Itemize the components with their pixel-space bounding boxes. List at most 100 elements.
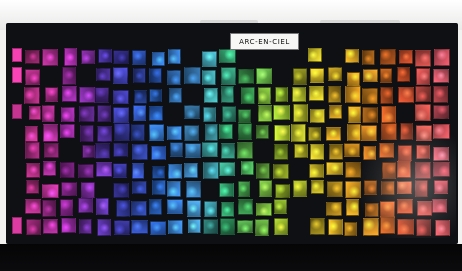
photo-tile — [203, 200, 218, 217]
photo-tile — [97, 104, 112, 122]
photo-tile — [433, 162, 450, 178]
photo-tile — [272, 163, 290, 180]
photo-tile — [310, 179, 325, 195]
photo-tile — [42, 199, 57, 218]
photo-tile — [435, 220, 450, 236]
photo-tile — [26, 219, 42, 235]
photo-tile — [325, 202, 343, 217]
photo-tile — [95, 162, 112, 178]
photo-tile — [397, 67, 411, 83]
photo-tile — [81, 50, 95, 65]
photo-tile — [25, 68, 40, 85]
photo-tile — [274, 183, 291, 198]
photo-tile — [166, 125, 183, 140]
photo-tile — [259, 180, 273, 197]
photo-tile — [113, 183, 129, 199]
photo-tile — [293, 104, 308, 122]
photo-tile — [42, 184, 59, 199]
photo-tile — [132, 68, 147, 84]
photo-tile — [220, 142, 235, 160]
photo-tile — [309, 85, 325, 101]
photo-tile — [186, 200, 202, 217]
photo-tile — [151, 165, 165, 180]
photo-tile — [380, 181, 396, 195]
photo-tile — [433, 146, 450, 161]
photo-tile — [397, 219, 414, 236]
photo-tile — [64, 48, 78, 66]
photo-tile — [238, 68, 254, 85]
photo-tile — [152, 179, 166, 196]
photo-tile — [293, 179, 307, 197]
floor-shadow — [0, 244, 462, 271]
photo-tile — [59, 198, 73, 217]
photo-tile — [96, 67, 111, 82]
photo-tile — [433, 86, 449, 103]
photo-tile — [132, 49, 147, 65]
photo-tile — [44, 142, 60, 158]
photo-tile — [273, 125, 290, 142]
photo-frame: ARC-EN-CIEL — [0, 0, 462, 271]
photo-tile — [240, 161, 254, 176]
photo-tile — [24, 50, 40, 65]
photo-tile — [415, 218, 431, 236]
photo-tile — [380, 217, 396, 235]
photo-tile — [112, 142, 128, 158]
photo-tile — [61, 106, 75, 123]
photo-tile — [363, 218, 379, 236]
photo-tile — [254, 219, 270, 236]
photo-tile — [293, 67, 308, 86]
photo-tile — [327, 219, 343, 236]
photo-tile — [432, 105, 449, 119]
photo-tile — [362, 68, 379, 83]
photo-tile — [414, 104, 431, 121]
photo-tile — [149, 198, 163, 216]
photo-tile — [345, 199, 360, 217]
photo-tile — [273, 105, 290, 121]
photo-tile — [344, 221, 357, 236]
photo-tile — [309, 108, 325, 123]
photo-tile — [113, 67, 128, 85]
photo-tile — [433, 68, 450, 84]
photo-tile — [12, 48, 22, 63]
photo-tile — [328, 86, 342, 104]
photo-tile — [202, 106, 216, 122]
photo-tile — [257, 104, 273, 123]
photo-tile — [220, 67, 237, 85]
photo-tile — [26, 163, 40, 179]
photo-tile — [219, 183, 234, 198]
photo-tile — [148, 106, 163, 122]
photo-tile — [114, 123, 131, 141]
photo-tile — [96, 125, 112, 142]
photo-tile — [309, 143, 325, 160]
photo-tile — [78, 163, 95, 178]
photo-tile — [170, 142, 184, 157]
photo-tile — [81, 181, 95, 198]
photo-tile — [113, 89, 129, 105]
photo-tile — [114, 220, 131, 235]
photo-tile — [116, 199, 131, 217]
photo-tile — [274, 144, 289, 161]
photo-tile — [416, 200, 432, 217]
photo-tile — [42, 124, 58, 142]
photo-tile — [344, 142, 360, 157]
photo-tile — [95, 142, 111, 160]
photo-tile — [381, 162, 397, 179]
photo-tile — [396, 161, 412, 179]
photo-tile — [240, 87, 255, 104]
photo-tile — [28, 105, 42, 121]
photo-tile — [148, 123, 164, 142]
photo-tile — [25, 180, 40, 195]
photo-tile — [414, 86, 431, 103]
photo-tile — [42, 105, 56, 123]
photo-tile — [61, 67, 77, 85]
photo-tile — [308, 48, 322, 62]
photo-tile — [78, 86, 95, 103]
photo-tile — [400, 123, 414, 141]
photo-tile — [133, 90, 148, 104]
photo-tile — [59, 162, 75, 179]
photo-tile — [79, 218, 93, 235]
photo-tile — [169, 87, 183, 104]
photo-tile — [257, 87, 272, 105]
photo-tile — [186, 180, 202, 198]
photo-tile — [415, 144, 431, 159]
